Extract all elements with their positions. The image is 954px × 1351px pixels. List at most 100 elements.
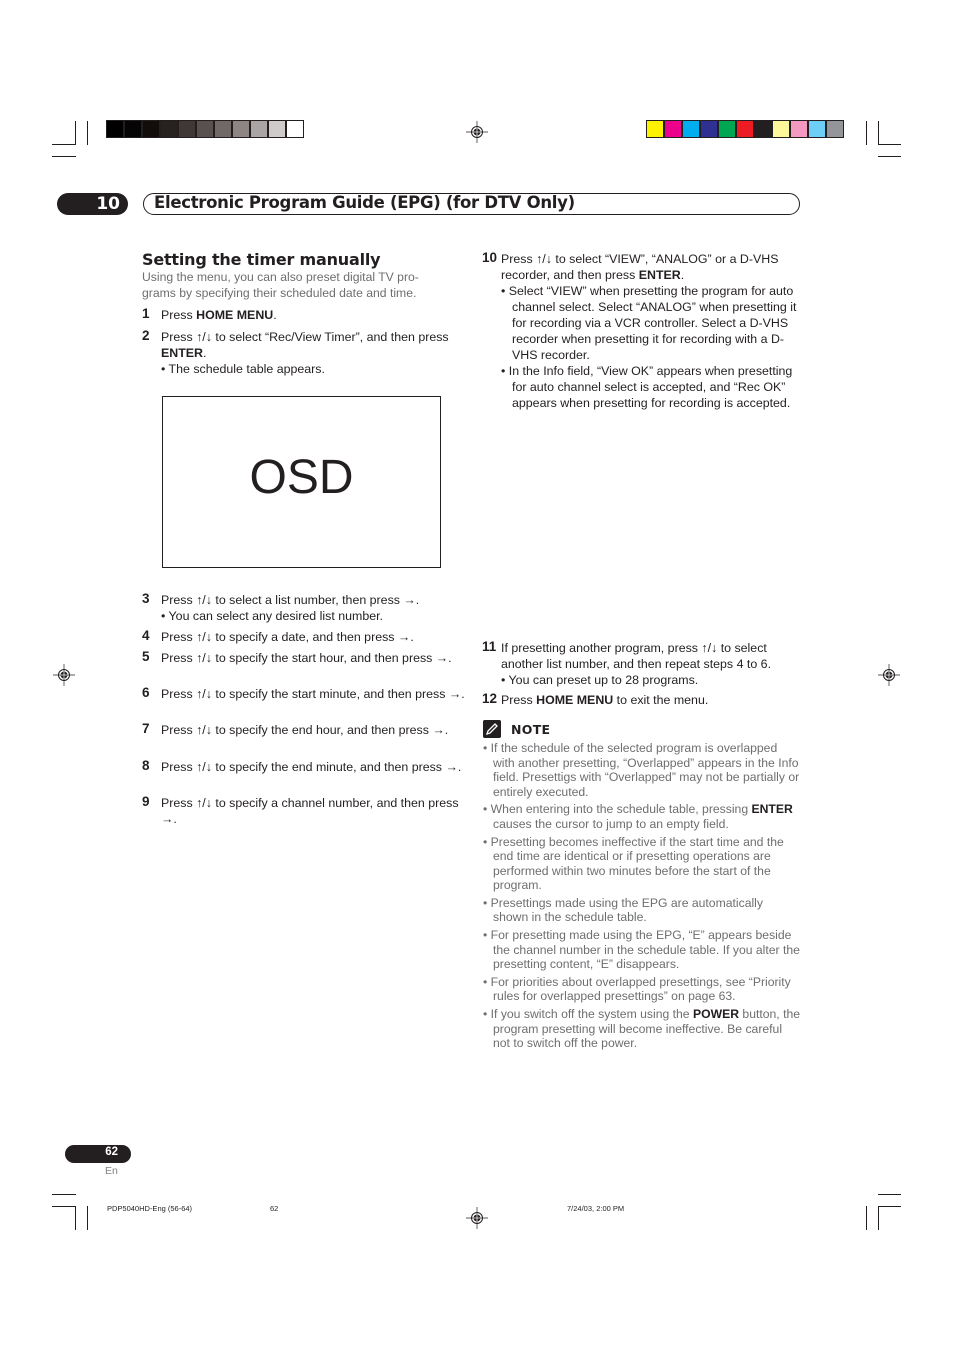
color-swatch [197,121,213,137]
note-item: • When entering into the schedule table,… [483,802,793,831]
step-text: to exit the menu. [613,693,709,707]
chapter-number: 10 [96,194,120,214]
step-number: 12 [482,691,498,706]
crop-mark [87,1206,88,1230]
registration-mark-icon [466,121,488,143]
note-text: If the schedule of the selected program … [490,741,800,799]
note-item: • For priorities about overlapped preset… [483,974,791,1004]
step-text: . [273,308,277,322]
step-bullet: • You can preset up to 28 programs. [501,673,699,687]
step-number: 1 [142,306,150,321]
color-swatch [107,121,123,137]
step-8: 8 Press ↑/↓ to specify the end minute, an… [142,758,467,775]
step-12: 12 Press HOME MENU to exit the menu. [482,691,802,708]
crop-mark [52,144,76,145]
chapter-title: Electronic Program Guide (EPG) (for DTV … [154,193,575,212]
step-4: 4 Press ↑/↓ to specify a date, and then p… [142,628,467,645]
chapter-number-badge: 10 [57,193,128,215]
color-swatch [161,121,177,137]
button-name: HOME MENU [196,308,274,322]
step-bullet: • Select “VIEW” when presetting the prog… [501,284,797,362]
step-text: If presetting another program, press ↑/↓… [501,641,772,671]
crop-mark [52,156,76,157]
step-text: Press ↑/↓ to specify a channel number, a… [161,796,459,826]
step-text: Press ↑/↓ to specify the start hour, and… [161,651,452,665]
step-number: 9 [142,794,150,809]
button-name: ENTER [161,346,203,360]
note-item: • For presetting made using the EPG, “E”… [483,928,800,972]
crop-mark [52,1206,76,1207]
step-text: Press ↑/↓ to specify a date, and then pr… [161,630,414,644]
slug-page: 62 [270,1204,279,1213]
note-item: • Presettings made using the EPG are aut… [483,895,763,925]
step-text: Press [501,693,537,707]
note-text: Presettings made using the EPG are autom… [490,895,763,925]
section-intro: Using the menu, you can also preset digi… [142,270,419,300]
step-number: 5 [142,649,150,664]
button-name: HOME MENU [536,693,614,707]
page-number-badge: 62 [65,1145,131,1163]
button-name: POWER [692,1007,740,1022]
color-swatch [701,121,717,137]
step-text: Press ↑/↓ to specify the end minute, and… [161,760,462,774]
color-calibration-bar [646,120,844,138]
page-language: En [105,1165,118,1177]
note-text: Presetting becomes ineffective if the st… [490,834,784,893]
color-swatch [215,121,231,137]
step-bullet: • The schedule table appears. [161,362,325,376]
note-item: • If you switch off the system using the… [483,1007,801,1051]
slug-filename: PDP5040HD-Eng (56-64) [107,1204,193,1213]
crop-mark [878,1206,901,1207]
step-bullet: • In the Info field, “View OK” appears w… [501,364,793,410]
crop-mark [87,121,88,145]
color-swatch [665,121,681,137]
crop-mark [878,1194,901,1195]
note-item: • If the schedule of the selected progra… [483,741,800,799]
color-swatch [287,121,303,137]
step-number: 8 [142,758,150,773]
button-name: ENTER [751,802,793,817]
color-swatch [737,121,753,137]
color-swatch [179,121,195,137]
osd-label: OSD [249,451,354,504]
step-text: Press ↑/↓ to select “Rec/View Timer”, an… [161,330,449,344]
note-text: If you switch off the system using the [490,1007,693,1022]
crop-mark [866,121,867,145]
color-swatch [647,121,663,137]
crop-mark [878,1206,879,1230]
crop-mark [52,1194,76,1195]
note-list: • If the schedule of the selected progra… [483,741,801,1054]
crop-mark [878,121,879,145]
color-swatch [773,121,789,137]
step-1: 1 Press HOME MENU. [142,306,467,323]
color-swatch [755,121,771,137]
step-number: 7 [142,721,150,736]
page-number: 62 [105,1146,118,1158]
step-number: 11 [482,639,497,654]
chapter-title-bar: Electronic Program Guide (EPG) (for DTV … [143,193,800,215]
step-number: 2 [142,328,150,343]
color-swatch [683,121,699,137]
note-text: For priorities about overlapped presetti… [490,974,791,1004]
step-number: 4 [142,628,150,643]
color-swatch [251,121,267,137]
step-number: 10 [482,250,498,265]
section-title: Setting the timer manually [142,250,381,269]
color-swatch [269,121,285,137]
step-text: Press ↑/↓ to specify the end hour, and t… [161,723,449,737]
color-swatch [827,121,843,137]
osd-screen-placeholder: OSD [162,396,441,568]
crop-mark [75,121,76,145]
note-item: • Presetting becomes ineffective if the … [483,834,784,893]
step-text: . [680,268,685,282]
pencil-note-icon [483,720,501,738]
step-11: 11 If presetting another program, press … [482,639,802,688]
step-text: Press [161,308,197,322]
step-3: 3 Press ↑/↓ to select a list number, then… [142,591,467,624]
crop-mark [878,156,901,157]
step-2: 2 Press ↑/↓ to select “Rec/View Timer”, … [142,328,467,377]
color-swatch [143,121,159,137]
registration-mark-icon [466,1207,488,1229]
button-name: ENTER [638,268,681,282]
crop-mark [866,1206,867,1230]
